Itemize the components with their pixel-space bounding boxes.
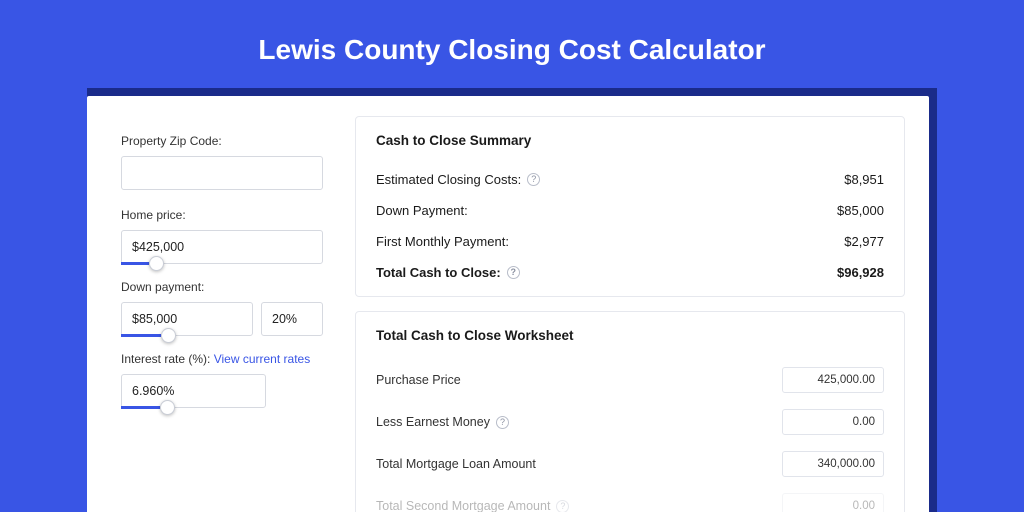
home-price-label: Home price: <box>121 208 323 222</box>
worksheet-row-label: Less Earnest Money <box>376 415 490 429</box>
summary-total-row: Total Cash to Close: ? $96,928 <box>376 257 884 288</box>
summary-row: Estimated Closing Costs: ? $8,951 <box>376 164 884 195</box>
zip-label: Property Zip Code: <box>121 134 323 148</box>
view-rates-link[interactable]: View current rates <box>214 352 311 366</box>
summary-row-value: $85,000 <box>837 203 884 218</box>
worksheet-row-value[interactable]: 0.00 <box>782 409 884 435</box>
worksheet-row: Total Second Mortgage Amount ? 0.00 <box>376 485 884 512</box>
zip-field: Property Zip Code: <box>121 134 323 190</box>
worksheet-row: Purchase Price 425,000.00 <box>376 359 884 401</box>
summary-row-label: Down Payment: <box>376 203 468 218</box>
page-title: Lewis County Closing Cost Calculator <box>0 0 1024 88</box>
worksheet-row-label: Purchase Price <box>376 373 461 387</box>
worksheet-row-value[interactable]: 0.00 <box>782 493 884 512</box>
help-icon[interactable]: ? <box>507 266 520 279</box>
summary-row-label: First Monthly Payment: <box>376 234 509 249</box>
help-icon[interactable]: ? <box>556 500 569 512</box>
down-payment-percent-input[interactable] <box>261 302 323 336</box>
card-shadow: Property Zip Code: Home price: Down paym… <box>87 88 937 512</box>
summary-total-value: $96,928 <box>837 265 884 280</box>
help-icon[interactable]: ? <box>496 416 509 429</box>
slider-thumb-icon[interactable] <box>149 256 164 271</box>
worksheet-row-value[interactable]: 340,000.00 <box>782 451 884 477</box>
help-icon[interactable]: ? <box>527 173 540 186</box>
calculator-card: Property Zip Code: Home price: Down paym… <box>87 96 929 512</box>
worksheet-panel: Total Cash to Close Worksheet Purchase P… <box>355 311 905 512</box>
summary-row-value: $8,951 <box>844 172 884 187</box>
zip-input[interactable] <box>121 156 323 190</box>
summary-panel: Cash to Close Summary Estimated Closing … <box>355 116 905 297</box>
slider-thumb-icon[interactable] <box>160 400 175 415</box>
worksheet-row-label: Total Mortgage Loan Amount <box>376 457 536 471</box>
summary-row: First Monthly Payment: $2,977 <box>376 226 884 257</box>
worksheet-row: Total Mortgage Loan Amount 340,000.00 <box>376 443 884 485</box>
slider-thumb-icon[interactable] <box>161 328 176 343</box>
worksheet-row-label: Total Second Mortgage Amount <box>376 499 550 512</box>
worksheet-row: Less Earnest Money ? 0.00 <box>376 401 884 443</box>
inputs-column: Property Zip Code: Home price: Down paym… <box>87 96 347 434</box>
summary-row-value: $2,977 <box>844 234 884 249</box>
interest-label: Interest rate (%): View current rates <box>121 352 323 366</box>
interest-label-text: Interest rate (%): <box>121 352 210 366</box>
interest-field: Interest rate (%): View current rates <box>121 352 323 408</box>
summary-total-label: Total Cash to Close: <box>376 265 501 280</box>
results-column: Cash to Close Summary Estimated Closing … <box>347 96 929 512</box>
down-payment-input[interactable] <box>121 302 253 336</box>
summary-heading: Cash to Close Summary <box>376 133 884 148</box>
down-payment-label: Down payment: <box>121 280 323 294</box>
worksheet-row-value[interactable]: 425,000.00 <box>782 367 884 393</box>
home-price-field: Home price: <box>121 208 323 264</box>
down-payment-field: Down payment: <box>121 280 323 336</box>
interest-input[interactable] <box>121 374 266 408</box>
summary-row: Down Payment: $85,000 <box>376 195 884 226</box>
summary-row-label: Estimated Closing Costs: <box>376 172 521 187</box>
worksheet-heading: Total Cash to Close Worksheet <box>376 328 884 343</box>
